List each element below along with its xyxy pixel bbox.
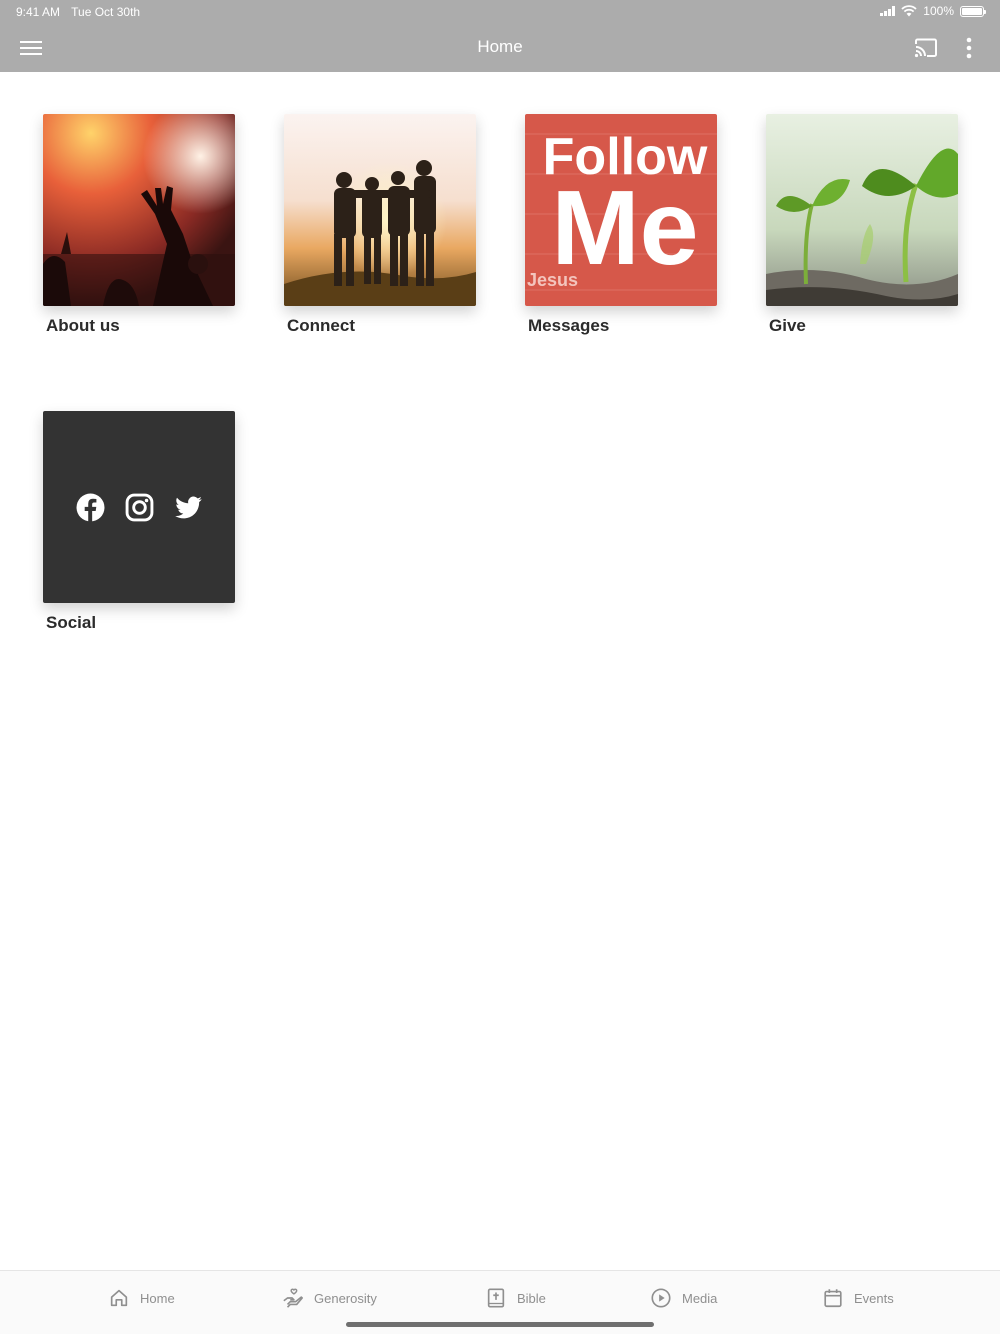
tab-label: Generosity <box>314 1290 377 1306</box>
instagram-icon <box>125 493 153 521</box>
status-right: 100% <box>880 4 986 18</box>
battery-percent: 100% <box>923 4 954 18</box>
tile-connect[interactable]: Connect <box>284 114 476 336</box>
give-image <box>766 114 958 306</box>
calendar-icon <box>824 1289 842 1308</box>
battery-icon <box>960 5 986 17</box>
more-vertical-icon <box>966 37 972 59</box>
status-time: 9:41 AM <box>16 5 61 19</box>
tile-label: Messages <box>528 316 610 335</box>
about-us-image <box>43 114 235 306</box>
tab-events[interactable]: Events <box>822 1285 894 1311</box>
tab-home[interactable]: Home <box>108 1285 175 1311</box>
tile-messages[interactable]: Follow Me Jesus Messages <box>525 114 717 336</box>
page-title: Home <box>477 37 523 56</box>
signal-icon <box>880 6 896 16</box>
wifi-icon <box>901 5 917 17</box>
social-image <box>43 411 235 603</box>
cast-button[interactable] <box>913 37 939 59</box>
tab-label: Media <box>682 1290 718 1306</box>
tab-label: Home <box>140 1290 175 1306</box>
tile-label: Social <box>46 613 97 632</box>
tab-generosity[interactable]: Generosity <box>282 1285 377 1311</box>
status-date: Tue Oct 30th <box>71 5 141 19</box>
status-bar: 9:41 AM Tue Oct 30th 100% <box>0 0 1000 24</box>
status-left: 9:41 AM Tue Oct 30th <box>16 5 148 19</box>
hand-heart-icon <box>283 1288 303 1308</box>
play-circle-icon <box>651 1288 671 1308</box>
twitter-icon <box>174 496 202 518</box>
tab-bible[interactable]: Bible <box>485 1285 546 1311</box>
tile-label: About us <box>46 316 120 335</box>
home-icon <box>110 1289 128 1307</box>
jesus-text: Jesus <box>527 270 578 290</box>
connect-image <box>284 114 476 306</box>
tile-label: Connect <box>287 316 355 335</box>
tab-label: Bible <box>517 1290 546 1306</box>
more-options-button[interactable] <box>958 36 980 60</box>
bible-icon <box>487 1288 505 1308</box>
tile-give[interactable]: Give <box>766 114 958 336</box>
messages-image: Follow Me Jesus <box>525 114 717 306</box>
nav-bar: Home <box>0 24 1000 72</box>
tile-about-us[interactable]: About us <box>43 114 235 336</box>
tab-media[interactable]: Media <box>650 1285 717 1311</box>
cast-icon <box>914 38 937 58</box>
tab-label: Events <box>854 1290 894 1306</box>
facebook-icon <box>76 493 104 522</box>
tile-label: Give <box>769 316 806 335</box>
tile-social[interactable]: Social <box>43 411 235 633</box>
home-indicator <box>346 1322 654 1327</box>
